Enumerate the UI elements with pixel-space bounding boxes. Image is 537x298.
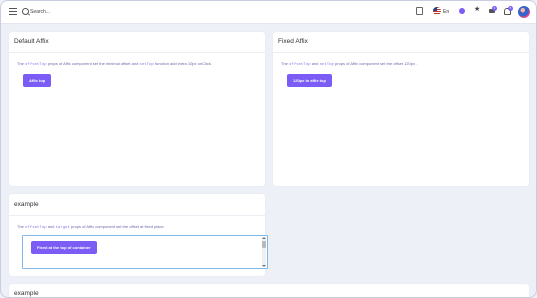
menu-icon[interactable]	[9, 8, 17, 15]
scroll-down-icon[interactable]	[262, 265, 266, 267]
scroll-thumb[interactable]	[262, 241, 266, 248]
fixed-affix-card: Fixed Affix The offsetTop and setTop pro…	[273, 32, 529, 186]
us-flag-icon[interactable]	[433, 7, 441, 15]
card-description: The offsetTop props of Affix component s…	[17, 61, 212, 67]
example-card: example The offsetTop and target props o…	[9, 194, 268, 276]
top-navbar: En ★ 2 5	[1, 1, 536, 24]
card-divider	[9, 215, 265, 216]
card-title: Default Affix	[14, 38, 49, 45]
card-title: Fixed Affix	[278, 38, 308, 45]
scroll-up-icon[interactable]	[262, 237, 266, 239]
card-divider	[9, 52, 265, 53]
default-affix-card: Default Affix The offsetTop props of Aff…	[9, 32, 265, 186]
affix-top-button[interactable]: Affix top	[23, 74, 52, 87]
card-description: The offsetTop and target props of Affix …	[17, 224, 165, 230]
scroll-container[interactable]: Fixed at the top of container	[22, 235, 268, 269]
search-icon	[22, 8, 29, 15]
avatar[interactable]	[518, 6, 530, 18]
search-input[interactable]	[30, 6, 120, 17]
card-title: example	[14, 290, 39, 297]
cart-badge: 2	[492, 6, 497, 11]
example-card-2: example	[9, 284, 529, 297]
notification-badge: 5	[508, 6, 513, 11]
fixed-top-container-button[interactable]: Fixed at the top of container	[31, 241, 97, 254]
card-description: The offsetTop and setTop props of Affix …	[281, 61, 418, 67]
calculator-icon[interactable]	[416, 7, 423, 15]
theme-icon[interactable]	[459, 8, 465, 14]
star-icon[interactable]: ★	[474, 5, 480, 13]
affix-120px-button[interactable]: 120px to affix top	[287, 74, 332, 87]
scrollbar[interactable]	[262, 237, 266, 267]
card-title: example	[14, 201, 39, 208]
card-divider	[273, 52, 529, 53]
language-label[interactable]: En	[443, 9, 449, 15]
app-frame: En ★ 2 5 Default Affix The offsetTop pro…	[0, 0, 537, 298]
